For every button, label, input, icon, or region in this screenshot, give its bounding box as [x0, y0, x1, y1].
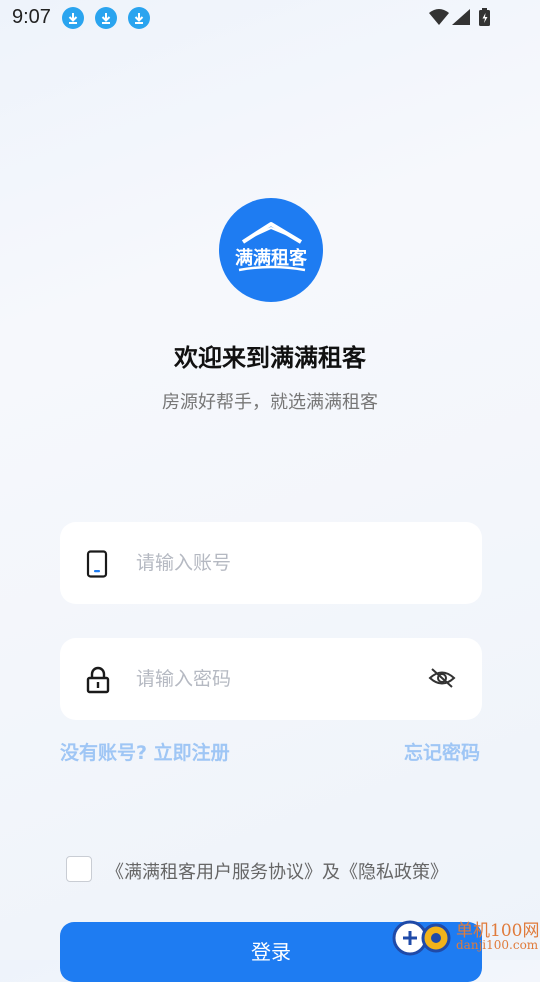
password-input[interactable]: [134, 658, 418, 700]
phone-icon: [86, 550, 108, 582]
signal-icon: [452, 9, 470, 25]
download-icon: [62, 7, 84, 29]
wifi-icon: [429, 9, 449, 25]
status-bar: 9:07: [0, 0, 540, 36]
lock-icon: [86, 666, 110, 698]
battery-icon: [479, 8, 490, 26]
download-icon: [95, 7, 117, 29]
app-logo: 满满租客: [219, 198, 323, 302]
forgot-password-link[interactable]: 忘记密码: [404, 738, 480, 765]
password-field[interactable]: [60, 638, 482, 720]
status-time: 9:07: [12, 6, 51, 28]
agreement-checkbox[interactable]: [66, 856, 92, 882]
page-subtitle: 房源好帮手，就选满满租客: [162, 392, 378, 413]
logo-text: 满满租客: [235, 248, 307, 269]
watermark-url: danji100.com: [456, 938, 539, 952]
account-field[interactable]: [60, 522, 482, 604]
watermark: 单机100网 danji100.com: [390, 914, 540, 960]
download-icon: [128, 7, 150, 29]
page-title: 欢迎来到满满租客: [174, 344, 366, 372]
agreement-text[interactable]: 《满满租客用户服务协议》及《隐私政策》: [106, 858, 448, 884]
eye-off-icon[interactable]: [428, 666, 456, 694]
register-link[interactable]: 没有账号? 立即注册: [60, 738, 230, 765]
status-icons: [428, 7, 500, 33]
account-input[interactable]: [134, 542, 418, 584]
